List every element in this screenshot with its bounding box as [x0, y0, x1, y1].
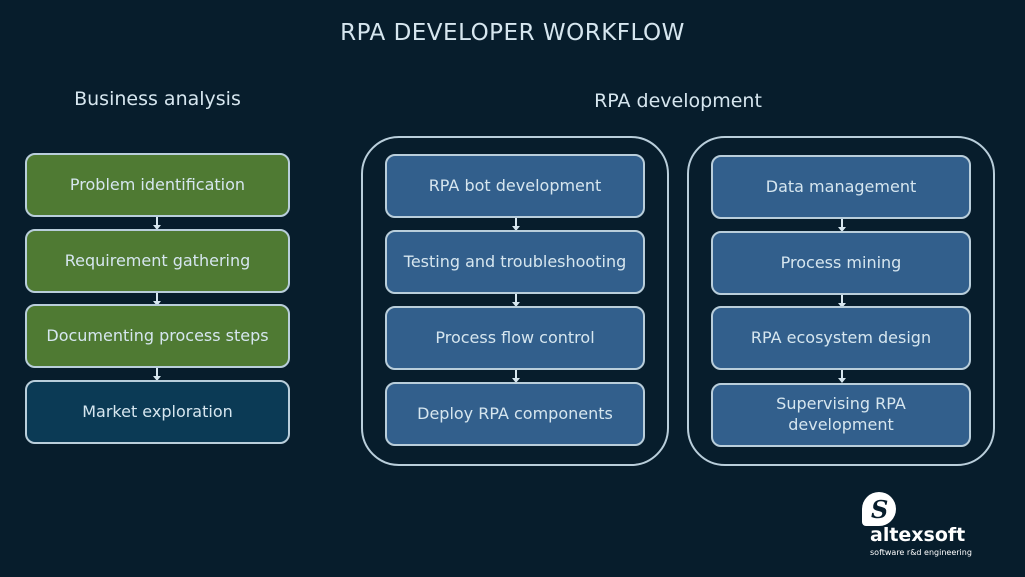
step-label: Requirement gathering — [64, 250, 251, 270]
logo-tagline: software r&d engineering — [870, 548, 972, 557]
arrow-down-icon — [512, 218, 520, 231]
step-label: Data management — [765, 176, 917, 196]
step-rpa-ecosystem-design: RPA ecosystem design — [711, 306, 971, 370]
business-analysis-heading: Business analysis — [74, 88, 241, 110]
arrow-down-icon — [153, 293, 161, 306]
arrow-down-icon — [838, 295, 846, 308]
step-deploy-rpa-components: Deploy RPA components — [385, 382, 645, 446]
step-label: Supervising RPA development — [776, 394, 906, 434]
step-label: RPA ecosystem design — [750, 327, 932, 347]
step-label: Process mining — [780, 252, 902, 272]
step-label: Process flow control — [435, 327, 595, 347]
step-supervising-rpa-development: Supervising RPA development — [711, 383, 971, 447]
step-problem-identification: Problem identification — [25, 153, 290, 217]
step-label: RPA bot development — [428, 175, 602, 195]
step-requirement-gathering: Requirement gathering — [25, 229, 290, 293]
logo-name: altexsoft — [870, 524, 966, 546]
step-label: Market exploration — [82, 401, 233, 421]
step-testing-and-troubleshooting: Testing and troubleshooting — [385, 230, 645, 294]
step-label: Documenting process steps — [46, 325, 269, 345]
step-label: Deploy RPA components — [417, 403, 613, 423]
arrow-down-icon — [512, 370, 520, 383]
step-rpa-bot-development: RPA bot development — [385, 154, 645, 218]
step-process-mining: Process mining — [711, 231, 971, 295]
rpa-development-heading: RPA development — [594, 90, 762, 112]
page-title: RPA DEVELOPER WORKFLOW — [340, 20, 685, 46]
arrow-down-icon — [838, 370, 846, 383]
step-documenting-process-steps: Documenting process steps — [25, 304, 290, 368]
step-data-management: Data management — [711, 155, 971, 219]
step-process-flow-control: Process flow control — [385, 306, 645, 370]
step-label: Problem identification — [69, 174, 246, 194]
arrow-down-icon — [512, 294, 520, 307]
arrow-down-icon — [838, 219, 846, 232]
altexsoft-logo-icon: S — [862, 492, 896, 526]
arrow-down-icon — [153, 217, 161, 230]
step-label: Testing and troubleshooting — [403, 251, 627, 271]
step-market-exploration: Market exploration — [25, 380, 290, 444]
arrow-down-icon — [153, 368, 161, 381]
